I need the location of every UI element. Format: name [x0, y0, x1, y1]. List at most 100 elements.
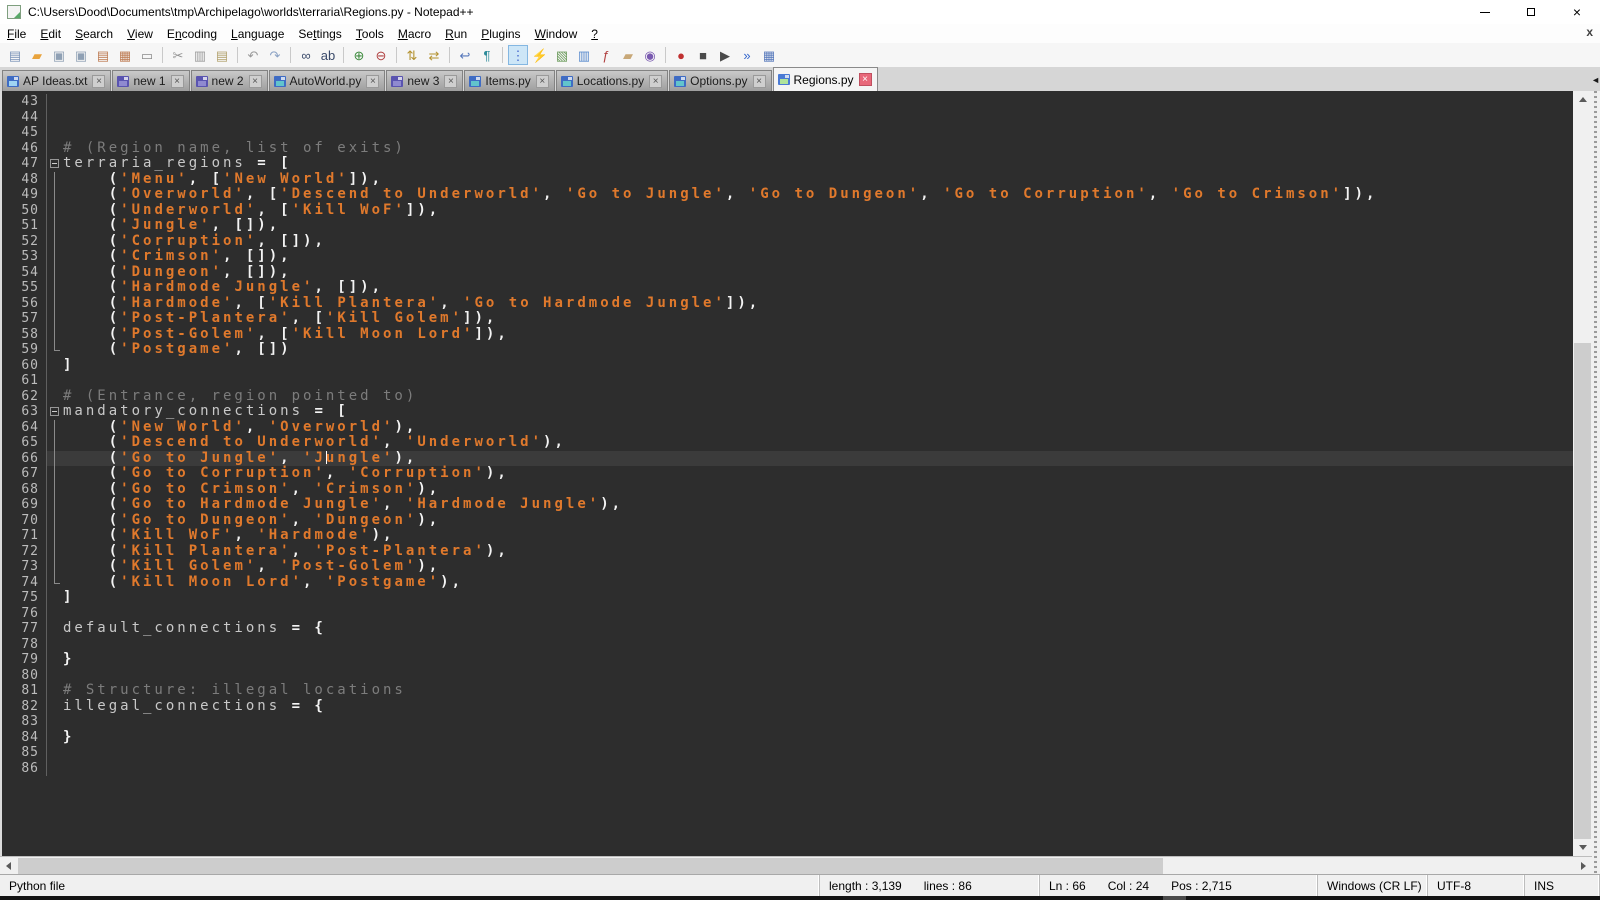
tab-close-icon[interactable]: × — [249, 75, 262, 88]
code-line[interactable]: 78 — [2, 637, 1573, 653]
code-line[interactable]: 80 — [2, 668, 1573, 684]
undo-button[interactable]: ↶ — [243, 45, 263, 65]
menu-macro[interactable]: Macro — [391, 25, 438, 43]
code-line[interactable]: 75] — [2, 590, 1573, 606]
code-line[interactable]: 52 ('Corruption', []), — [2, 234, 1573, 250]
replace-button[interactable]: ab — [318, 45, 338, 65]
menu-run[interactable]: Run — [438, 25, 474, 43]
code-line[interactable]: 46# (Region name, list of exits) — [2, 141, 1573, 157]
menu-tools[interactable]: Tools — [349, 25, 391, 43]
code-line[interactable]: 85 — [2, 745, 1573, 761]
tab-autoworld-py[interactable]: AutoWorld.py× — [269, 70, 386, 91]
close-document-button[interactable]: ▤ — [93, 45, 113, 65]
menu-view[interactable]: View — [120, 25, 160, 43]
fold-margin[interactable] — [46, 404, 63, 420]
code-line[interactable]: 57 ('Post-Plantera', ['Kill Golem']), — [2, 311, 1573, 327]
code-line[interactable]: 50 ('Underworld', ['Kill WoF']), — [2, 203, 1573, 219]
document-map-button[interactable]: ▧ — [552, 45, 572, 65]
code-editor[interactable]: 43444546# (Region name, list of exits)47… — [0, 91, 1573, 856]
close-all-documents-button[interactable]: ▦ — [115, 45, 135, 65]
code-line[interactable]: 83 — [2, 714, 1573, 730]
show-indent-guide-button[interactable]: ⋮ — [508, 45, 528, 65]
tab-scroll-left-icon[interactable]: ◄ — [1591, 75, 1600, 85]
tab-ap-ideas-txt[interactable]: AP Ideas.txt× — [2, 70, 111, 91]
vertical-scrollbar[interactable] — [1573, 91, 1592, 856]
fold-collapse-icon[interactable] — [50, 407, 59, 416]
code-line[interactable]: 77default_connections = { — [2, 621, 1573, 637]
current-code-line[interactable]: 66 ('Go to Jungle', 'Jungle'), — [2, 451, 1573, 467]
code-line[interactable]: 82illegal_connections = { — [2, 699, 1573, 715]
tab-new-1[interactable]: new 1× — [112, 70, 189, 91]
copy-button[interactable]: ▥ — [190, 45, 210, 65]
scroll-down-icon[interactable] — [1573, 839, 1592, 856]
code-line[interactable]: 48 ('Menu', ['New World']), — [2, 172, 1573, 188]
menu-settings[interactable]: Settings — [291, 25, 348, 43]
menu-[interactable]: ? — [584, 25, 605, 43]
status-encoding[interactable]: UTF-8 — [1428, 875, 1525, 896]
status-insert-mode[interactable]: INS — [1525, 875, 1600, 896]
define-your-language-button[interactable]: ⚡ — [530, 45, 550, 65]
code-line[interactable]: 62# (Entrance, region pointed to) — [2, 389, 1573, 405]
vertical-scrollbar-thumb[interactable] — [1574, 343, 1591, 839]
stop-recording-button[interactable]: ■ — [693, 45, 713, 65]
record-macro-button[interactable]: ● — [671, 45, 691, 65]
tab-close-icon[interactable]: × — [753, 75, 766, 88]
paste-button[interactable]: ▤ — [212, 45, 232, 65]
code-line[interactable]: 70 ('Go to Dungeon', 'Dungeon'), — [2, 513, 1573, 529]
print-button[interactable]: ▭ — [137, 45, 157, 65]
save-recorded-macro-button[interactable]: ▦ — [759, 45, 779, 65]
code-line[interactable]: 73 ('Kill Golem', 'Post-Golem'), — [2, 559, 1573, 575]
folder-as-workspace-button[interactable]: ▰ — [618, 45, 638, 65]
menu-search[interactable]: Search — [68, 25, 120, 43]
code-line[interactable]: 63mandatory_connections = [ — [2, 404, 1573, 420]
minimize-button[interactable] — [1462, 0, 1508, 24]
tab-items-py[interactable]: Items.py× — [464, 70, 554, 91]
code-line[interactable]: 47terraria_regions = [ — [2, 156, 1573, 172]
code-line[interactable]: 53 ('Crimson', []), — [2, 249, 1573, 265]
code-line[interactable]: 71 ('Kill WoF', 'Hardmode'), — [2, 528, 1573, 544]
redo-button[interactable]: ↷ — [265, 45, 285, 65]
playback-macro-button[interactable]: ▶ — [715, 45, 735, 65]
scroll-right-icon[interactable] — [1575, 857, 1592, 875]
find-button[interactable]: ∞ — [296, 45, 316, 65]
code-line[interactable]: 49 ('Overworld', ['Descend to Underworld… — [2, 187, 1573, 203]
run-macro-multiple-times-button[interactable]: » — [737, 45, 757, 65]
cut-button[interactable]: ✂ — [168, 45, 188, 65]
new-document-button[interactable]: ▤ — [5, 45, 25, 65]
fold-collapse-icon[interactable] — [50, 159, 59, 168]
menu-file[interactable]: File — [0, 25, 33, 43]
code-line[interactable]: 74 ('Kill Moon Lord', 'Postgame'), — [2, 575, 1573, 591]
code-line[interactable]: 76 — [2, 606, 1573, 622]
sync-horizontal-scrolling-button[interactable]: ⇄ — [424, 45, 444, 65]
menu-plugins[interactable]: Plugins — [474, 25, 527, 43]
restore-button[interactable] — [1508, 0, 1554, 24]
show-all-characters-button[interactable]: ¶ — [477, 45, 497, 65]
code-line[interactable]: 55 ('Hardmode Jungle', []), — [2, 280, 1573, 296]
tab-close-icon[interactable]: × — [92, 75, 105, 88]
tab-close-icon[interactable]: × — [366, 75, 379, 88]
save-button[interactable]: ▣ — [49, 45, 69, 65]
code-line[interactable]: 81# Structure: illegal locations — [2, 683, 1573, 699]
status-eol-format[interactable]: Windows (CR LF) — [1318, 875, 1428, 896]
code-line[interactable]: 60] — [2, 358, 1573, 374]
tab-close-icon[interactable]: × — [536, 75, 549, 88]
close-button[interactable]: × — [1554, 0, 1600, 24]
menu-edit[interactable]: Edit — [33, 25, 68, 43]
horizontal-scrollbar-thumb[interactable] — [18, 858, 1163, 874]
code-line[interactable]: 56 ('Hardmode', ['Kill Plantera', 'Go to… — [2, 296, 1573, 312]
menu-window[interactable]: Window — [528, 25, 585, 43]
menu-language[interactable]: Language — [224, 25, 291, 43]
zoom-in-button[interactable]: ⊕ — [349, 45, 369, 65]
word-wrap-button[interactable]: ↩ — [455, 45, 475, 65]
code-line[interactable]: 64 ('New World', 'Overworld'), — [2, 420, 1573, 436]
tab-new-3[interactable]: new 3× — [386, 70, 463, 91]
code-line[interactable]: 61 — [2, 373, 1573, 389]
open-folder-button[interactable]: ▰ — [27, 45, 47, 65]
scroll-left-icon[interactable] — [0, 857, 17, 875]
menu-encoding[interactable]: Encoding — [160, 25, 224, 43]
code-line[interactable]: 86 — [2, 761, 1573, 777]
code-line[interactable]: 67 ('Go to Corruption', 'Corruption'), — [2, 466, 1573, 482]
code-line[interactable]: 84} — [2, 730, 1573, 746]
menubar-close-icon[interactable]: x — [1586, 25, 1593, 39]
code-line[interactable]: 79} — [2, 652, 1573, 668]
